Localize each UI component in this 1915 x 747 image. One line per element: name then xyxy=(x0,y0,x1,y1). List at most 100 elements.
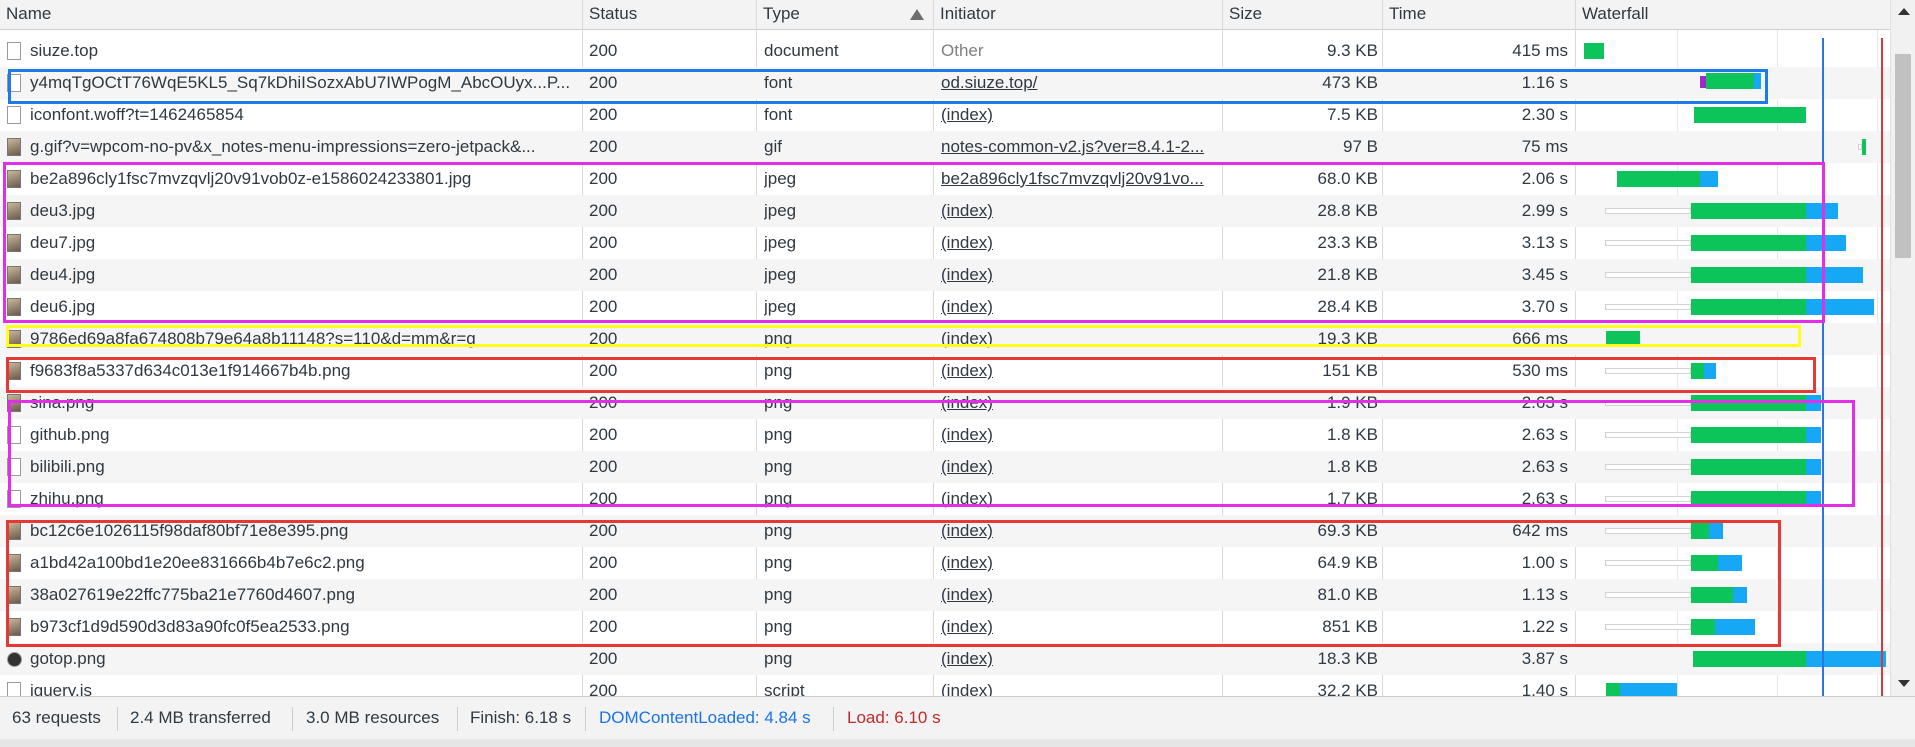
request-type: jpeg xyxy=(764,297,797,316)
transferred-size: 2.4 MB transferred xyxy=(130,708,271,727)
request-status: 200 xyxy=(589,105,618,124)
request-row[interactable]: deu7.jpg 200 jpeg (index) 23.3 KB 3.13 s xyxy=(0,227,1890,259)
request-name: sina.png xyxy=(30,393,95,412)
file-icon xyxy=(7,106,21,124)
request-time: 2.63 s xyxy=(1521,425,1568,444)
request-row[interactable]: g.gif?v=wpcom-no-pv&x_notes-menu-impress… xyxy=(0,131,1890,163)
request-status: 200 xyxy=(589,297,618,316)
request-size: 1.9 KB xyxy=(1326,393,1378,412)
request-initiator-link[interactable]: (index) xyxy=(941,323,1219,355)
request-row[interactable]: jquery.js 200 script (index) 32.2 KB 1.4… xyxy=(0,675,1890,696)
request-type: script xyxy=(764,681,805,696)
request-status: 200 xyxy=(589,489,618,508)
image-icon xyxy=(7,202,21,220)
request-name: iconfont.woff?t=1462465854 xyxy=(30,105,244,124)
request-size: 1.7 KB xyxy=(1326,489,1378,508)
waterfall-bar-download xyxy=(1706,73,1754,89)
waterfall-bar-receive xyxy=(1733,587,1747,603)
request-row[interactable]: deu3.jpg 200 jpeg (index) 28.8 KB 2.99 s xyxy=(0,195,1890,227)
waterfall-bar-download xyxy=(1691,363,1704,379)
vertical-scrollbar[interactable] xyxy=(1890,0,1915,696)
waterfall-bar-receive xyxy=(1806,427,1821,443)
column-header-time[interactable]: Time xyxy=(1383,0,1426,30)
request-initiator-link[interactable]: (index) xyxy=(941,579,1219,611)
request-initiator-link[interactable]: (index) xyxy=(941,611,1219,643)
column-header-size[interactable]: Size xyxy=(1223,0,1262,30)
request-initiator-link[interactable]: (index) xyxy=(941,195,1219,227)
scrollbar-thumb[interactable] xyxy=(1895,54,1911,258)
request-status: 200 xyxy=(589,585,618,604)
image-icon xyxy=(7,554,21,572)
request-size: 19.3 KB xyxy=(1317,329,1379,348)
request-row[interactable]: bilibili.png 200 png (index) 1.8 KB 2.63… xyxy=(0,451,1890,483)
waterfall-bar-waiting xyxy=(1605,496,1691,502)
waterfall-bar-download xyxy=(1691,459,1806,475)
request-name: github.png xyxy=(30,425,110,444)
network-summary-bar: 63 requests 2.4 MB transferred 3.0 MB re… xyxy=(0,696,1915,739)
request-row[interactable]: b973cf1d9d590d3d83a90fc0f5ea2533.png 200… xyxy=(0,611,1890,643)
request-initiator-link[interactable]: (index) xyxy=(941,675,1219,696)
request-initiator-link[interactable]: notes-common-v2.js?ver=8.4.1-2... xyxy=(941,131,1219,163)
image-icon xyxy=(7,426,21,444)
waterfall-bar-download xyxy=(1691,395,1806,411)
bottom-panel-edge xyxy=(0,739,1915,747)
request-initiator-link[interactable]: od.siuze.top/ xyxy=(941,67,1219,99)
image-icon xyxy=(7,458,21,476)
request-type: font xyxy=(764,73,793,92)
column-header-type[interactable]: Type xyxy=(757,0,800,30)
request-time: 642 ms xyxy=(1512,521,1568,540)
request-name: a1bd42a100bd1e20ee831666b4b7e6c2.png xyxy=(30,553,365,572)
request-initiator-link[interactable]: (index) xyxy=(941,515,1219,547)
request-initiator-link[interactable]: (index) xyxy=(941,387,1219,419)
image-icon xyxy=(7,298,21,316)
request-initiator-link[interactable]: (index) xyxy=(941,355,1219,387)
request-row[interactable]: gotop.png 200 png (index) 18.3 KB 3.87 s xyxy=(0,643,1890,675)
request-initiator-link[interactable]: (index) xyxy=(941,419,1219,451)
request-row[interactable]: sina.png 200 png (index) 1.9 KB 2.63 s xyxy=(0,387,1890,419)
request-status: 200 xyxy=(589,425,618,444)
request-row[interactable]: zhihu.png 200 png (index) 1.7 KB 2.63 s xyxy=(0,483,1890,515)
request-time: 2.63 s xyxy=(1521,457,1568,476)
request-initiator-link[interactable]: (index) xyxy=(941,451,1219,483)
waterfall-bar-download xyxy=(1691,555,1718,571)
request-row[interactable]: 9786ed69a8fa674808b79e64a8b11148?s=110&d… xyxy=(0,323,1890,355)
request-initiator-link[interactable]: (index) xyxy=(941,291,1219,323)
request-row[interactable]: 38a027619e22ffc775ba21e7760d4607.png 200… xyxy=(0,579,1890,611)
request-row[interactable]: siuze.top 200 document Other 9.3 KB 415 … xyxy=(0,35,1890,67)
request-row[interactable]: y4mqTgOCtT76WqE5KL5_Sq7kDhiISozxAbU7IWPo… xyxy=(0,67,1890,99)
request-initiator-link[interactable]: (index) xyxy=(941,259,1219,291)
waterfall-bar-download xyxy=(1691,491,1806,507)
request-type: jpeg xyxy=(764,169,797,188)
scroll-up-arrow-icon[interactable] xyxy=(1898,8,1910,15)
request-initiator-link[interactable]: (index) xyxy=(941,227,1219,259)
image-icon xyxy=(7,490,21,508)
request-row[interactable]: deu6.jpg 200 jpeg (index) 28.4 KB 3.70 s xyxy=(0,291,1890,323)
request-time: 3.13 s xyxy=(1521,233,1568,252)
request-type: jpeg xyxy=(764,201,797,220)
request-row[interactable]: github.png 200 png (index) 1.8 KB 2.63 s xyxy=(0,419,1890,451)
request-row[interactable]: a1bd42a100bd1e20ee831666b4b7e6c2.png 200… xyxy=(0,547,1890,579)
column-header-waterfall[interactable]: Waterfall xyxy=(1576,0,1648,30)
request-initiator-link[interactable]: (index) xyxy=(941,643,1219,675)
scroll-down-arrow-icon[interactable] xyxy=(1898,680,1910,687)
request-initiator-link[interactable]: (index) xyxy=(941,99,1219,131)
request-initiator-link[interactable]: (index) xyxy=(941,483,1219,515)
request-size: 28.8 KB xyxy=(1317,201,1379,220)
waterfall-bar-receive xyxy=(1704,363,1716,379)
request-row[interactable]: iconfont.woff?t=1462465854 200 font (ind… xyxy=(0,99,1890,131)
request-initiator-link[interactable]: (index) xyxy=(941,547,1219,579)
request-row[interactable]: bc12c6e1026115f98daf80bf71e8e395.png 200… xyxy=(0,515,1890,547)
column-header-name[interactable]: Name xyxy=(0,0,51,30)
request-time: 1.13 s xyxy=(1521,585,1568,604)
column-header-initiator[interactable]: Initiator xyxy=(934,0,996,30)
request-size: 21.8 KB xyxy=(1317,265,1379,284)
request-initiator-link[interactable]: be2a896cly1fsc7mvzqvlj20v91vo... xyxy=(941,163,1219,195)
request-row[interactable]: be2a896cly1fsc7mvzqvlj20v91vob0z-e158602… xyxy=(0,163,1890,195)
request-type: png xyxy=(764,393,793,412)
request-row[interactable]: f9683f8a5337d634c013e1f914667b4b.png 200… xyxy=(0,355,1890,387)
request-time: 530 ms xyxy=(1512,361,1568,380)
request-row[interactable]: deu4.jpg 200 jpeg (index) 21.8 KB 3.45 s xyxy=(0,259,1890,291)
waterfall-bar-download xyxy=(1606,331,1640,347)
column-header-status[interactable]: Status xyxy=(583,0,637,30)
waterfall-bar-download xyxy=(1617,171,1700,187)
